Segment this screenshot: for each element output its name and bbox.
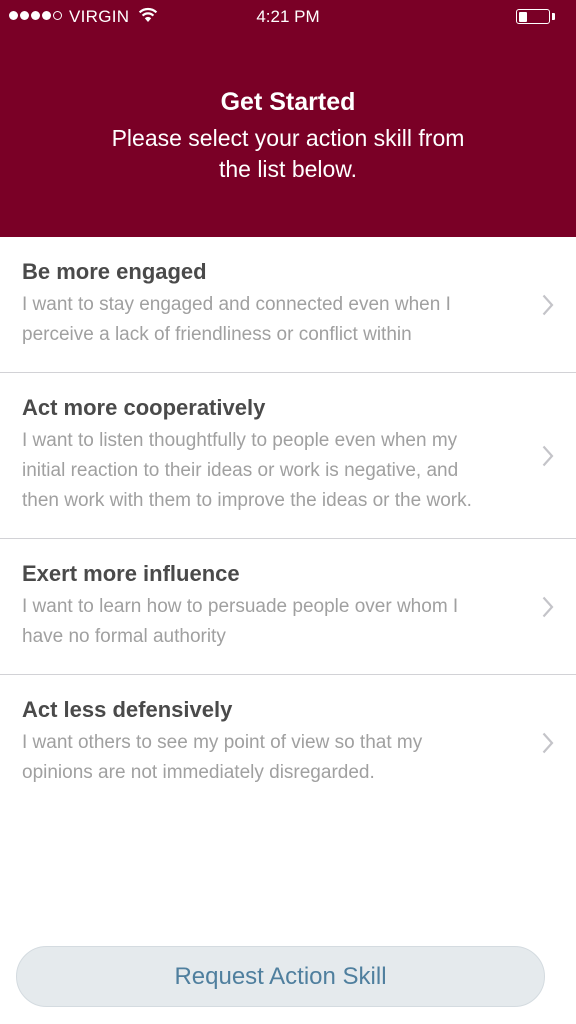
chevron-right-icon <box>542 596 554 617</box>
status-bar: VIRGIN 4:21 PM <box>0 0 576 34</box>
skill-title: Be more engaged <box>22 259 207 284</box>
header: VIRGIN 4:21 PM Get Started Please select… <box>0 0 576 237</box>
skill-item-act-less-defensively[interactable]: Act less defensively I want others to se… <box>0 675 576 810</box>
skill-description: I want to listen thoughtfully to people … <box>22 430 472 511</box>
chevron-right-icon <box>542 294 554 315</box>
skill-item-exert-more-influence[interactable]: Exert more influence I want to learn how… <box>0 539 576 675</box>
skill-description: I want to learn how to persuade people o… <box>22 596 459 647</box>
chevron-right-icon <box>542 732 554 753</box>
request-action-skill-button[interactable]: Request Action Skill <box>16 946 545 1007</box>
status-time: 4:21 PM <box>256 7 320 26</box>
skill-list: Be more engaged I want to stay engaged a… <box>0 237 576 810</box>
page-subtitle: Please select your action skill from the… <box>111 125 465 182</box>
skill-title: Exert more influence <box>22 561 240 586</box>
battery-level <box>518 11 528 22</box>
skill-title: Act more cooperatively <box>22 395 266 420</box>
skill-title: Act less defensively <box>22 697 233 722</box>
skill-item-act-more-cooperatively[interactable]: Act more cooperatively I want to listen … <box>0 373 576 539</box>
chevron-right-icon <box>542 445 554 466</box>
skill-description: I want to stay engaged and connected eve… <box>22 294 451 345</box>
battery-icon <box>516 9 550 24</box>
skill-description: I want others to see my point of view so… <box>22 732 423 783</box>
skill-item-be-more-engaged[interactable]: Be more engaged I want to stay engaged a… <box>0 237 576 373</box>
battery-terminal <box>552 13 555 20</box>
page-title: Get Started <box>220 88 356 116</box>
